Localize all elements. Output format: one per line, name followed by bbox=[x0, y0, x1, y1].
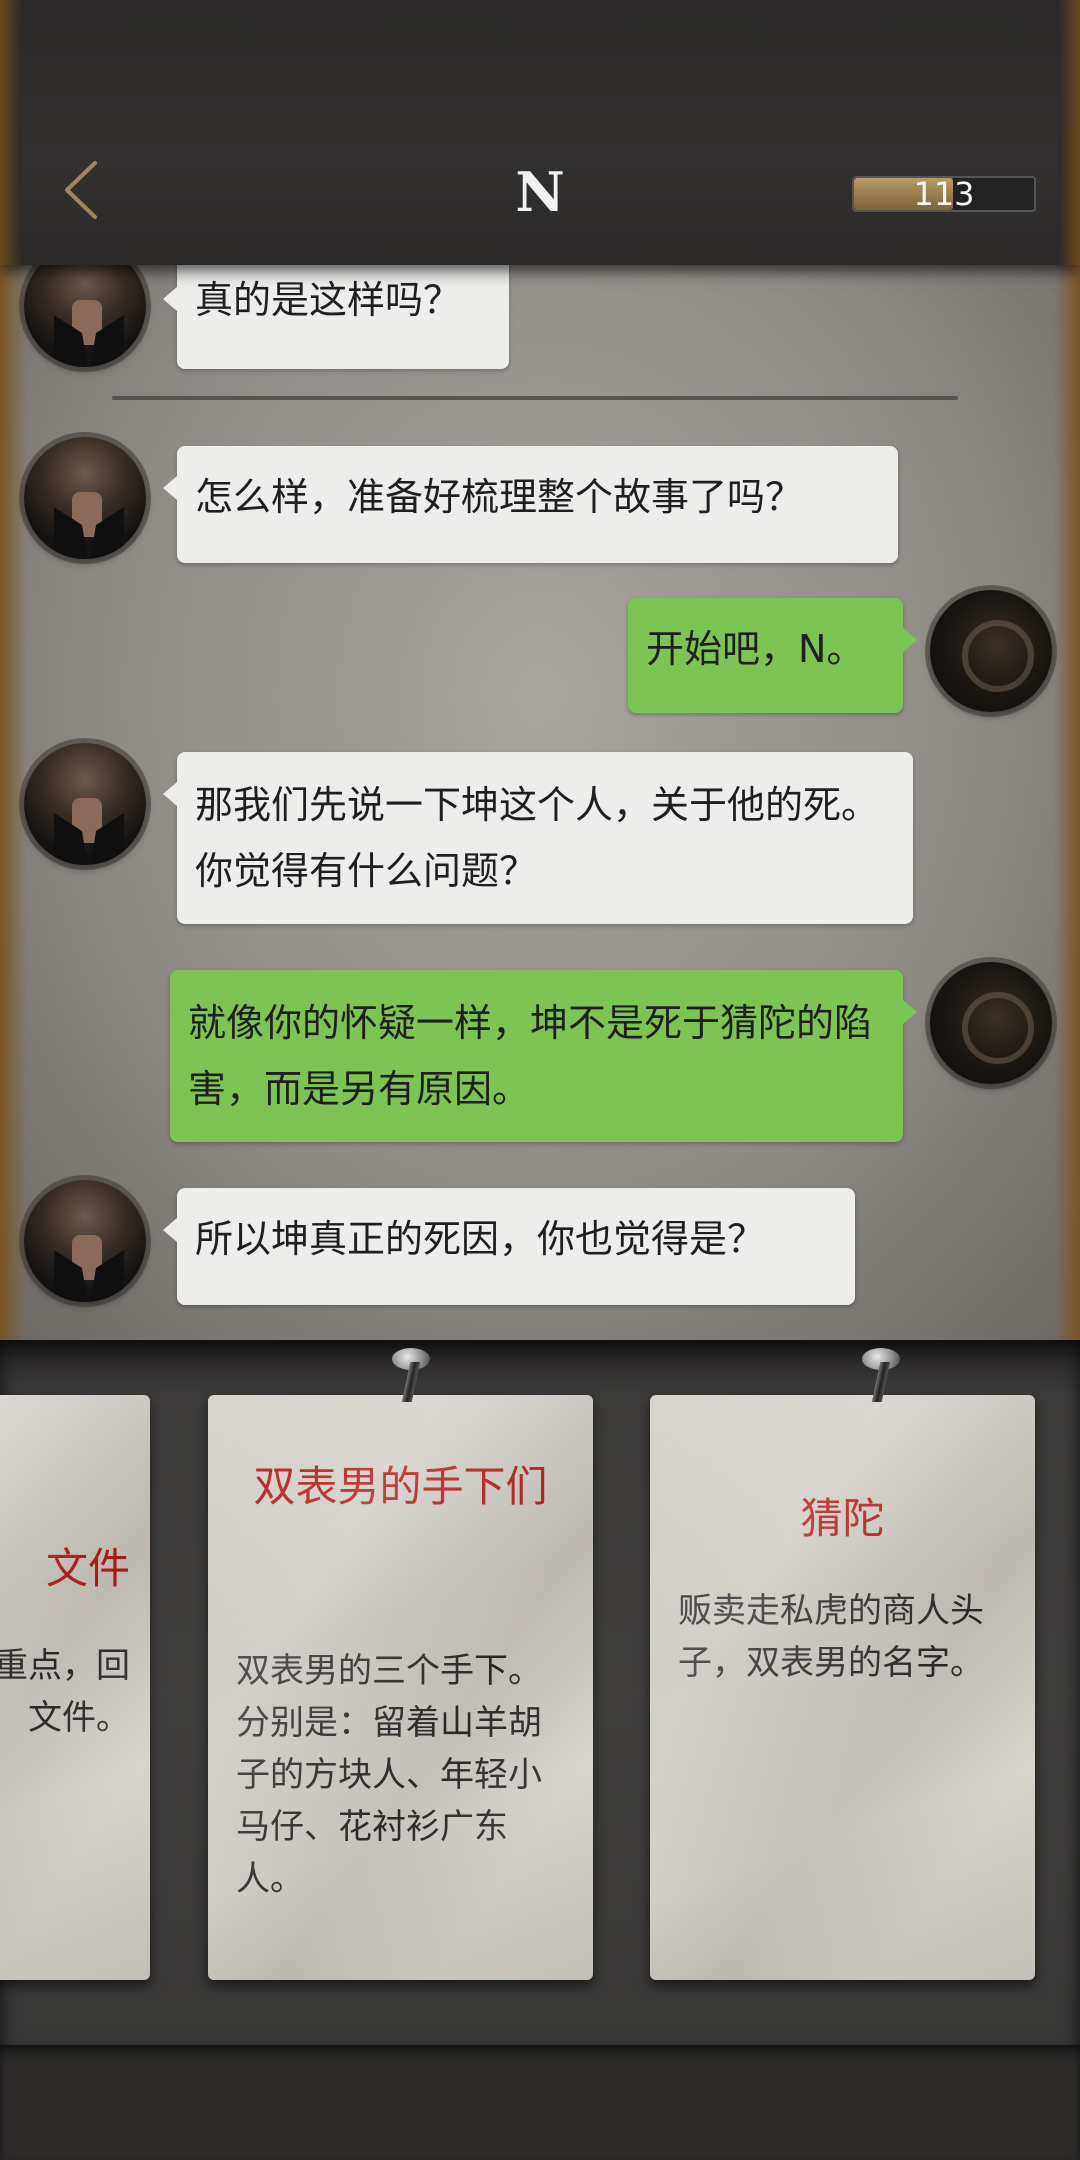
clue-title: 双表男的手下们 bbox=[253, 1462, 548, 1511]
message-text: 真的是这样吗？ bbox=[195, 278, 462, 322]
clue-title: 文件 bbox=[45, 1544, 130, 1593]
energy-meter: 113 bbox=[852, 176, 1036, 212]
clue-description: 贩卖走私虎的商人头子，双表男的名字。 bbox=[678, 1591, 984, 1683]
player-avatar[interactable] bbox=[930, 962, 1052, 1084]
chat-message-npc: 真的是这样吗？ bbox=[163, 265, 509, 369]
pushpin-icon bbox=[862, 1348, 900, 1408]
chat-message-npc: 那我们先说一下坤这个人，关于他的死。你觉得有什么问题？ bbox=[163, 752, 913, 924]
bottom-bar bbox=[0, 2045, 1080, 2160]
clue-title: 猜陀 bbox=[800, 1494, 885, 1543]
pushpin-icon bbox=[392, 1348, 430, 1408]
message-text: 那我们先说一下坤这个人，关于他的死。你觉得有什么问题？ bbox=[195, 783, 880, 893]
chat-message-npc: 所以坤真正的死因，你也觉得是？ bbox=[163, 1188, 855, 1305]
clue-card[interactable]: 文件 重点，回文件。 bbox=[0, 1395, 150, 1980]
energy-value: 113 bbox=[913, 175, 975, 213]
npc-avatar[interactable] bbox=[24, 265, 146, 367]
chat-area[interactable]: 真的是这样吗？ 怎么样，准备好梳理整个故事了吗？ 开始吧，N。 那我们先说一下坤… bbox=[0, 265, 1080, 1340]
npc-avatar[interactable] bbox=[24, 743, 146, 865]
npc-avatar[interactable] bbox=[24, 1180, 146, 1302]
clue-card[interactable]: 猜陀 贩卖走私虎的商人头子，双表男的名字。 bbox=[650, 1395, 1035, 1980]
message-text: 开始吧，N。 bbox=[646, 627, 865, 671]
top-bar: N 113 bbox=[0, 0, 1080, 265]
message-text: 怎么样，准备好梳理整个故事了吗？ bbox=[195, 475, 804, 519]
chat-message-player: 就像你的怀疑一样，坤不是死于猜陀的陷害，而是另有原因。 bbox=[170, 970, 917, 1142]
conversation-divider bbox=[112, 396, 958, 400]
message-text: 就像你的怀疑一样，坤不是死于猜陀的陷害，而是另有原因。 bbox=[188, 1001, 873, 1111]
clue-card-tray[interactable]: 文件 重点，回文件。 双表男的手下们 双表男的三个手下。分别是：留着山羊胡子的方… bbox=[0, 1340, 1080, 2045]
message-text: 所以坤真正的死因，你也觉得是？ bbox=[195, 1217, 766, 1261]
clue-card[interactable]: 双表男的手下们 双表男的三个手下。分别是：留着山羊胡子的方块人、年轻小马仔、花衬… bbox=[208, 1395, 593, 1980]
chat-message-npc: 怎么样，准备好梳理整个故事了吗？ bbox=[163, 446, 898, 563]
chat-message-player: 开始吧，N。 bbox=[628, 598, 917, 713]
clue-description: 双表男的三个手下。分别是：留着山羊胡子的方块人、年轻小马仔、花衬衫广东人。 bbox=[236, 1651, 542, 1899]
npc-avatar[interactable] bbox=[24, 437, 146, 559]
player-avatar[interactable] bbox=[930, 590, 1052, 712]
clue-description: 重点，回文件。 bbox=[0, 1646, 130, 1738]
